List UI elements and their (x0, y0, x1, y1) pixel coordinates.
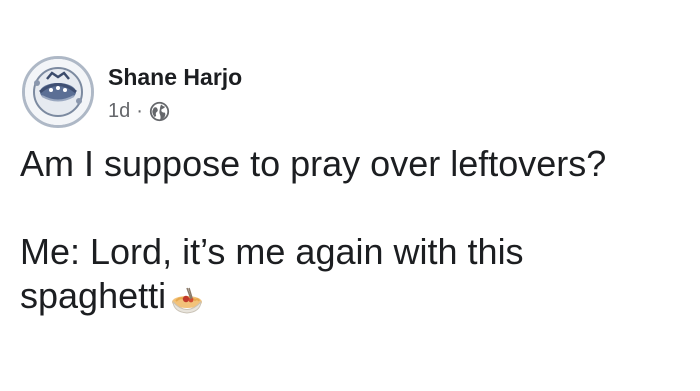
post-timestamp[interactable]: 1d (108, 100, 130, 123)
post-text-line-2: Me: Lord, it’s me again with this (20, 231, 524, 272)
spaghetti-emoji-icon (170, 281, 204, 314)
meta-separator: · (136, 100, 143, 122)
post-text-line-3-wrapper: spaghetti (20, 274, 685, 318)
post-meta: 1d · (108, 100, 170, 123)
post-text-line-3: spaghetti (20, 275, 167, 316)
avatar[interactable] (22, 56, 94, 128)
profile-avatar-icon (25, 59, 91, 125)
facebook-post: Shane Harjo 1d · Am I suppose to pray ov… (0, 0, 700, 391)
post-text-line-1: Am I suppose to pray over leftovers? (20, 143, 607, 184)
author-name[interactable]: Shane Harjo (108, 64, 242, 91)
globe-icon[interactable] (149, 101, 170, 122)
post-body: Am I suppose to pray over leftovers? Me:… (20, 142, 685, 318)
